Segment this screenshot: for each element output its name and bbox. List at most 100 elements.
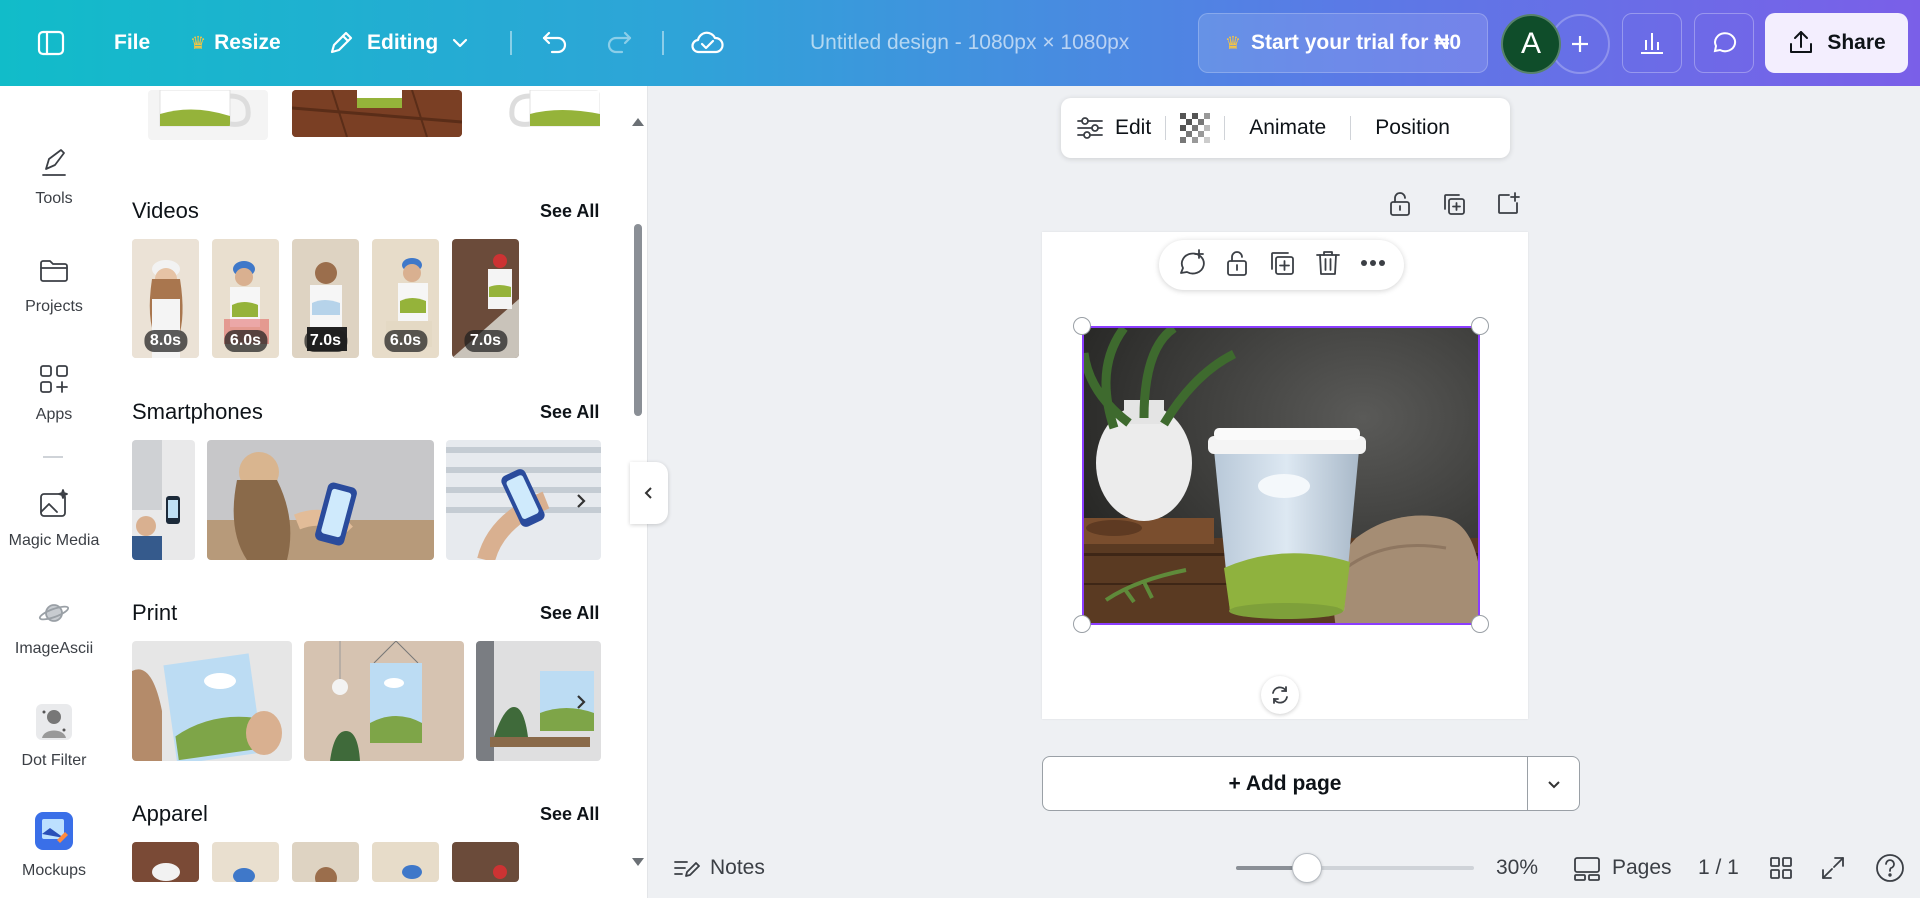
resize-label: Resize [214, 31, 281, 54]
sliders-icon [1077, 117, 1103, 139]
mug-thumbnail[interactable] [148, 90, 268, 140]
chevron-left-icon [644, 487, 652, 499]
rail-item-label: Dot Filter [21, 752, 87, 769]
duplicate-element-button[interactable] [1267, 248, 1297, 283]
mockups-icon [35, 812, 73, 850]
transparency-button[interactable] [1166, 98, 1224, 158]
see-all-smartphones-link[interactable]: See All [540, 402, 599, 423]
redo-button[interactable] [604, 0, 634, 86]
divider [662, 31, 664, 55]
bottom-bar: Notes 30% Pages 1 / 1 [648, 846, 1920, 898]
position-label: Position [1375, 116, 1450, 139]
apparel-thumbnail[interactable] [292, 842, 359, 882]
see-all-videos-link[interactable]: See All [540, 201, 599, 222]
print-thumbnail[interactable] [132, 641, 292, 761]
chevron-down-icon [1547, 780, 1560, 788]
grid-view-button[interactable] [1768, 846, 1794, 890]
resize-button[interactable]: ♛ Resize [190, 0, 281, 86]
start-trial-button[interactable]: ♛ Start your trial for ₦0 [1198, 13, 1488, 73]
delete-element-button[interactable] [1313, 248, 1343, 283]
animate-button[interactable]: Animate [1225, 98, 1350, 158]
file-menu-button[interactable]: File [114, 0, 150, 86]
add-comment-button[interactable] [1175, 247, 1207, 284]
add-page-button[interactable]: + Add page [1042, 756, 1528, 811]
crown-icon: ♛ [1224, 32, 1242, 53]
mug-on-table-thumbnail[interactable] [292, 90, 462, 137]
comments-button[interactable] [1694, 13, 1754, 73]
rail-item-magic-media[interactable]: Magic Media [0, 488, 108, 550]
duplicate-icon [1271, 251, 1295, 275]
page-count: 1 / 1 [1698, 846, 1739, 890]
print-next-button[interactable] [566, 687, 596, 717]
edit-image-button[interactable]: Edit [1061, 98, 1165, 158]
fullscreen-button[interactable] [1820, 846, 1846, 890]
add-page-icon-button[interactable] [1493, 189, 1523, 219]
rail-item-tools[interactable]: Tools [0, 146, 108, 208]
resize-handle-top-right[interactable] [1471, 317, 1489, 335]
avatar[interactable]: A [1501, 14, 1561, 74]
document-title[interactable]: Untitled design - 1080px × 1080px [810, 0, 1129, 86]
position-button[interactable]: Position [1351, 98, 1468, 158]
video-thumbnail[interactable]: 7.0s [452, 239, 519, 358]
notes-button[interactable]: Notes [672, 846, 765, 890]
zoom-level[interactable]: 30% [1496, 846, 1538, 890]
zoom-slider-knob[interactable] [1292, 853, 1323, 883]
cloud-save-status[interactable] [690, 0, 724, 86]
rotate-handle[interactable] [1261, 676, 1299, 714]
share-button[interactable]: Share [1765, 13, 1908, 73]
resize-handle-bottom-right[interactable] [1471, 615, 1489, 633]
smartphones-next-button[interactable] [566, 486, 596, 516]
undo-button[interactable] [540, 0, 570, 86]
collapse-panel-button[interactable] [630, 462, 668, 524]
apps-grid-icon [40, 365, 68, 393]
apparel-thumbnail[interactable] [372, 842, 439, 882]
see-all-apparel-link[interactable]: See All [540, 804, 599, 825]
rail-item-label: Apps [35, 406, 73, 423]
video-thumbnail[interactable]: 7.0s [292, 239, 359, 358]
sidebar-toggle-icon [37, 30, 65, 56]
more-options-button[interactable] [1358, 248, 1388, 283]
notes-label: Notes [710, 856, 765, 879]
mug-thumbnail[interactable] [500, 90, 600, 140]
help-button[interactable] [1874, 846, 1906, 890]
apparel-thumbnail[interactable] [452, 842, 519, 882]
lock-element-button[interactable] [1222, 248, 1252, 283]
see-all-print-link[interactable]: See All [540, 603, 599, 624]
print-thumbnail[interactable] [304, 641, 464, 761]
resize-handle-bottom-left[interactable] [1073, 615, 1091, 633]
rail-item-mockups[interactable]: Mockups [0, 810, 108, 880]
page-count-label: 1 / 1 [1698, 856, 1739, 879]
rail-item-projects[interactable]: Projects [0, 254, 108, 316]
lock-page-button[interactable] [1385, 189, 1415, 219]
more-horizontal-icon [1361, 259, 1386, 266]
transparency-checker-icon [1180, 113, 1211, 143]
rail-item-imageascii[interactable]: ImageAscii [0, 596, 108, 658]
edit-label: Edit [1115, 116, 1152, 139]
zoom-slider-track[interactable] [1236, 866, 1474, 870]
element-floating-toolbar [1159, 240, 1404, 290]
editing-mode-button[interactable]: Editing [327, 0, 470, 86]
comment-icon [1713, 32, 1737, 53]
lock-icon [1390, 192, 1410, 216]
video-thumbnail[interactable]: 6.0s [372, 239, 439, 358]
sidebar-toggle-button[interactable] [36, 0, 66, 86]
apparel-thumbnail[interactable] [212, 842, 279, 882]
smartphone-thumbnail[interactable] [207, 440, 434, 560]
pen-tool-icon [42, 149, 66, 176]
rail-item-apps[interactable]: Apps [0, 362, 108, 424]
duplicate-page-button[interactable] [1439, 189, 1469, 219]
smartphone-thumbnail[interactable] [132, 440, 195, 560]
cloud-check-icon [691, 31, 724, 54]
video-duration-badge: 6.0s [223, 330, 268, 352]
video-thumbnail[interactable]: 8.0s [132, 239, 199, 358]
add-page-icon [1498, 192, 1520, 214]
add-page-dropdown-button[interactable] [1527, 756, 1580, 811]
rail-item-dot-filter[interactable]: Dot Filter [0, 702, 108, 770]
apparel-thumbnail[interactable] [132, 842, 199, 882]
video-thumbnail[interactable]: 6.0s [212, 239, 279, 358]
animate-label: Animate [1249, 116, 1327, 139]
pages-button[interactable]: Pages [1572, 846, 1672, 890]
selected-image-element[interactable] [1082, 326, 1480, 625]
resize-handle-top-left[interactable] [1073, 317, 1091, 335]
insights-button[interactable] [1622, 13, 1682, 73]
